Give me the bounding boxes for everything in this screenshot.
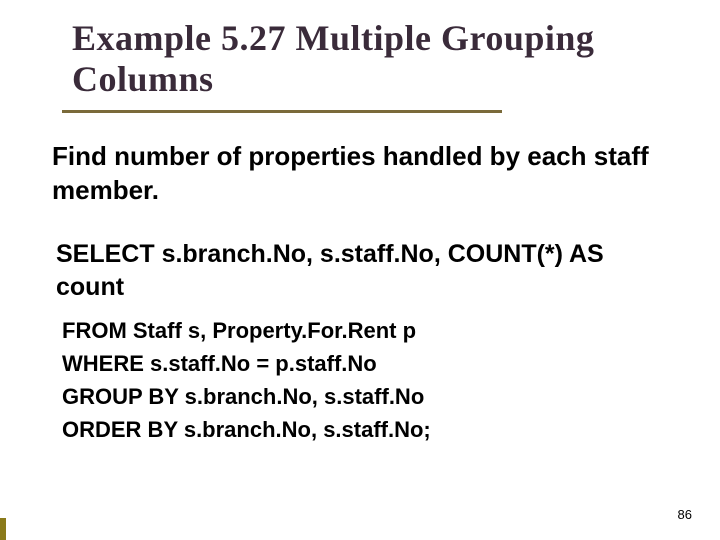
prompt-text: Find number of properties handled by eac…	[52, 140, 650, 208]
slide-title: Example 5.27 Multiple Grouping Columns	[72, 18, 660, 101]
accent-bar	[0, 518, 6, 540]
slide: Example 5.27 Multiple Grouping Columns F…	[0, 0, 720, 540]
sql-from-line: FROM Staff s, Property.For.Rent p	[62, 314, 630, 347]
sql-where-line: WHERE s.staff.No = p.staff.No	[62, 347, 630, 380]
sql-groupby-line: GROUP BY s.branch.No, s.staff.No	[62, 380, 630, 413]
title-underline	[62, 110, 502, 113]
sql-orderby-line: ORDER BY s.branch.No, s.staff.No;	[62, 413, 630, 446]
sql-select-line: SELECT s.branch.No, s.staff.No, COUNT(*)…	[56, 238, 650, 303]
sql-body: FROM Staff s, Property.For.Rent p WHERE …	[62, 314, 630, 446]
page-number: 86	[678, 507, 692, 522]
